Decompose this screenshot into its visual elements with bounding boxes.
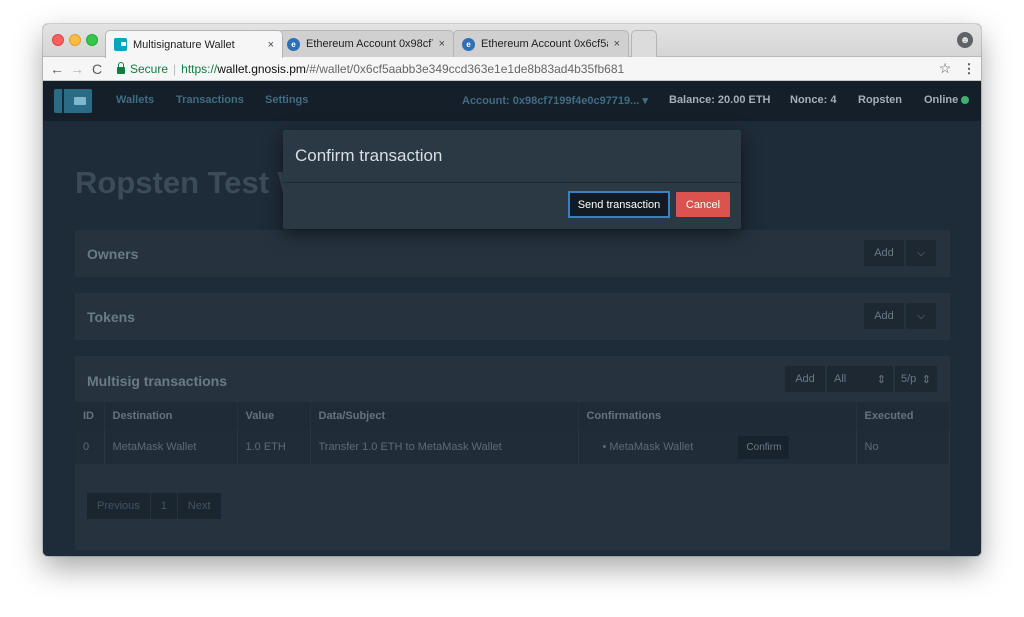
url-path: /#/wallet/0x6cf5aabb3e349ccd363e1e1de8b8… [305,61,625,76]
url-host: wallet.gnosis.pm [217,61,306,76]
nav-link-wallets[interactable]: Wallets [116,94,154,106]
reload-icon[interactable]: C [87,61,107,77]
cell-subject: Transfer 1.0 ETH to MetaMask Wallet [310,430,579,464]
confirm-transaction-modal: Confirm transaction Send transaction Can… [283,130,741,229]
modal-title: Confirm transaction [295,146,443,165]
select-arrows-icon: ⇕ [921,373,931,386]
column-header-id[interactable]: ID [75,402,105,430]
pagination-previous-button[interactable]: Previous [87,493,151,519]
per-page-select[interactable]: 5/p ⇕ [895,366,937,392]
tokens-expand-chevron-icon[interactable]: ⌵ [906,303,936,329]
confirmation-owner: • MetaMask Wallet [602,440,694,453]
per-page-value: 5/p [901,373,917,385]
nav-link-transactions[interactable]: Transactions [176,94,244,106]
address-bar: ← → C Secure | https:// wallet.gnosis.pm… [43,57,981,81]
tab-close-icon[interactable]: × [614,38,620,50]
add-token-button[interactable]: Add [864,303,904,329]
tab-ethereum-account-1[interactable]: e Ethereum Account 0x98cf719 × [278,30,454,57]
account-dropdown[interactable]: Account: 0x98cf7199f4e0c97719... ▾ [462,94,648,107]
maximize-window-button[interactable] [86,34,98,46]
url-scheme: https:// [181,61,218,76]
tab-ethereum-account-2[interactable]: e Ethereum Account 0x6cf5aab × [453,30,629,57]
wallet-favicon-icon [114,38,127,51]
back-icon[interactable]: ← [47,61,67,77]
send-transaction-button[interactable]: Send transaction [568,191,670,218]
column-header-data-subject[interactable]: Data/Subject [310,402,579,430]
new-tab-button[interactable] [631,30,657,57]
url-field[interactable]: Secure | https:// wallet.gnosis.pm /#/wa… [113,60,933,78]
confirm-button[interactable]: Confirm [738,435,790,459]
column-header-executed[interactable]: Executed [856,402,950,430]
transactions-table: ID Destination Value Data/Subject Confir… [75,402,950,464]
add-owner-button[interactable]: Add [864,240,904,266]
network-label[interactable]: Ropsten [858,94,902,106]
wallet-app: Wallets Transactions Settings Account: 0… [43,81,981,556]
nav-link-settings[interactable]: Settings [265,94,308,106]
balance-label: Balance: 20.00 ETH [669,94,771,106]
table-row[interactable]: 0 MetaMask Wallet 1.0 ETH Transfer 1.0 E… [75,430,950,464]
pagination-next-button[interactable]: Next [178,493,222,519]
transactions-title: Multisig transactions [87,373,228,389]
cell-id: 0 [75,430,105,464]
table-header-row: ID Destination Value Data/Subject Confir… [75,402,950,430]
tab-bar: Multisignature Wallet × e Ethereum Accou… [43,24,981,58]
tab-title: Multisignature Wallet [133,38,235,51]
column-header-value[interactable]: Value [237,402,311,430]
tab-close-icon[interactable]: × [439,38,445,50]
tab-close-icon[interactable]: × [268,39,274,51]
lock-icon [117,62,125,74]
column-header-destination[interactable]: Destination [104,402,238,430]
bookmark-star-icon[interactable]: ☆ [933,60,957,77]
nonce-label: Nonce: 4 [790,94,837,106]
filter-value: All [834,373,847,385]
transaction-filter-select[interactable]: All ⇕ [827,366,893,392]
owners-panel: Owners Add ⌵ [75,230,950,277]
column-header-confirmations[interactable]: Confirmations [578,402,857,430]
profile-icon[interactable]: ☻ [957,32,973,48]
etherscan-favicon-icon: e [287,37,300,51]
owners-expand-chevron-icon[interactable]: ⌵ [906,240,936,266]
cell-value: 1.0 ETH [237,430,311,464]
top-navbar: Wallets Transactions Settings Account: 0… [43,81,981,121]
cell-destination: MetaMask Wallet [104,430,238,464]
cell-confirmations: • MetaMask Wallet Confirm [578,430,857,464]
owners-title: Owners [87,246,139,262]
forward-icon[interactable]: → [67,61,87,77]
tab-title: Ethereum Account 0x6cf5aab [481,38,608,50]
add-transaction-button[interactable]: Add [785,366,825,392]
online-indicator-icon [961,96,970,105]
select-arrows-icon: ⇕ [876,373,886,386]
etherscan-favicon-icon: e [462,37,475,51]
gnosis-wallet-logo-icon[interactable] [54,89,92,113]
page-title: Ropsten Test W [75,165,307,200]
minimize-window-button[interactable] [69,34,81,46]
cell-executed: No [856,430,950,464]
pagination-page-1[interactable]: 1 [151,493,178,519]
tokens-panel: Tokens Add ⌵ [75,293,950,340]
url-separator: | [173,61,177,76]
status-label: Online [924,94,959,106]
tokens-title: Tokens [87,309,135,325]
multisig-transactions-panel: Multisig transactions Add All ⇕ 5/p ⇕ ID… [75,356,950,550]
tab-multisignature-wallet[interactable]: Multisignature Wallet × [105,30,283,58]
pagination: Previous 1 Next [87,493,222,519]
modal-divider [283,182,741,183]
tab-title: Ethereum Account 0x98cf719 [306,38,433,50]
secure-label: Secure [130,61,169,76]
close-window-button[interactable] [52,34,64,46]
connection-status: Online [924,94,970,106]
cancel-button[interactable]: Cancel [676,192,730,217]
browser-window: Multisignature Wallet × e Ethereum Accou… [43,24,981,556]
browser-menu-icon[interactable]: ⋮ [957,61,981,77]
